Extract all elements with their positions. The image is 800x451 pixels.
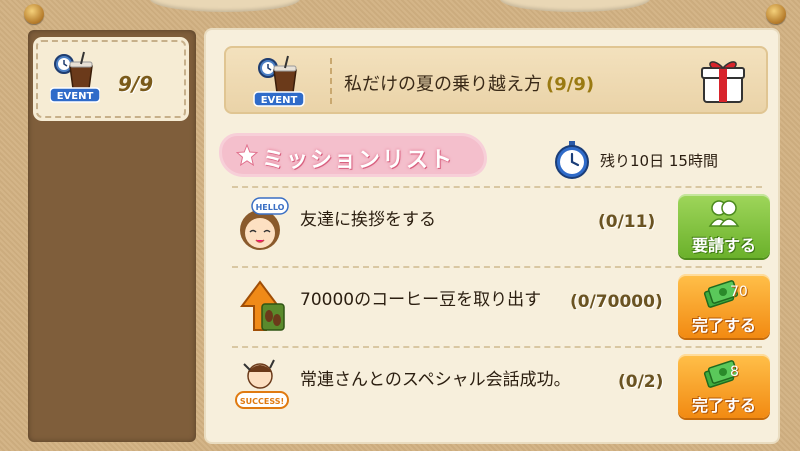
mission-name: 常連さんとのスペシャル会話成功。 — [300, 370, 571, 390]
iced-coffee-event-icon: EVENT — [50, 51, 100, 103]
time-remaining-text: 残り10日 15時間 — [600, 152, 718, 170]
event-tab-count: 9/9 — [118, 72, 154, 96]
mission-progress: (0/2) — [618, 372, 664, 392]
event-detail-panel: EVENT 私だけの夏の乗り越え方 (9/9) ミッションリスト 残り10日 15… — [206, 30, 778, 442]
rivet-icon — [24, 4, 44, 24]
event-tab-selected[interactable]: EVENT 9/9 — [36, 40, 186, 118]
mission-list-heading: ミッションリスト — [222, 136, 492, 176]
mission-name: 友達に挨拶をする — [300, 210, 436, 230]
event-progress: (9/9) — [546, 74, 595, 95]
mission-item: SUCCESS! 常連さんとのスペシャル会話成功。 (0/2) 8 完了する — [224, 348, 770, 422]
cash-icon — [703, 360, 739, 388]
hello-girl-icon: HELLO — [240, 197, 289, 250]
mission-item: HELLO 友達に挨拶をする (0/11) 要請する — [224, 188, 770, 262]
event-title-text: 私だけの夏の乗り越え方 — [344, 74, 542, 95]
success-label-text: SUCCESS! — [240, 397, 284, 406]
request-button-label: 要請する — [691, 236, 756, 255]
reward-amount: 70 — [730, 284, 748, 300]
hello-bubble-text: HELLO — [256, 203, 285, 212]
coffee-beans-up-arrow-icon — [240, 280, 285, 331]
mission-list-title: ミッションリスト — [262, 148, 455, 173]
time-remaining: 残り10日 15時間 — [555, 141, 754, 179]
event-badge-text: EVENT — [261, 95, 298, 106]
stopwatch-icon — [555, 141, 589, 179]
mission-name: 70000のコーヒー豆を取り出す — [300, 290, 542, 310]
mission-item: 70000のコーヒー豆を取り出す (0/70000) 70 完了する — [224, 268, 770, 342]
frame-top-ornament — [500, 0, 650, 12]
divider — [330, 58, 332, 104]
event-header: EVENT 私だけの夏の乗り越え方 (9/9) — [224, 46, 768, 114]
rivet-icon — [766, 4, 786, 24]
event-badge-text: EVENT — [57, 91, 94, 102]
complete-button[interactable]: 70 完了する — [678, 274, 770, 338]
event-title: 私だけの夏の乗り越え方 (9/9) — [344, 70, 594, 96]
gift-box-icon[interactable] — [700, 56, 746, 106]
complete-button-label: 完了する — [691, 396, 756, 415]
complete-button-label: 完了する — [691, 316, 756, 335]
mission-progress: (0/70000) — [570, 292, 663, 312]
success-icon: SUCCESS! — [235, 359, 289, 409]
star-icon — [236, 144, 258, 166]
reward-amount: 8 — [730, 364, 739, 380]
iced-coffee-event-icon: EVENT — [253, 55, 305, 107]
request-button[interactable]: 要請する — [678, 194, 770, 258]
complete-button[interactable]: 8 完了する — [678, 354, 770, 418]
mission-progress: (0/11) — [598, 212, 656, 232]
friends-icon — [708, 200, 740, 227]
frame-top-ornament — [150, 0, 300, 12]
event-list-panel: EVENT 9/9 — [28, 30, 196, 442]
